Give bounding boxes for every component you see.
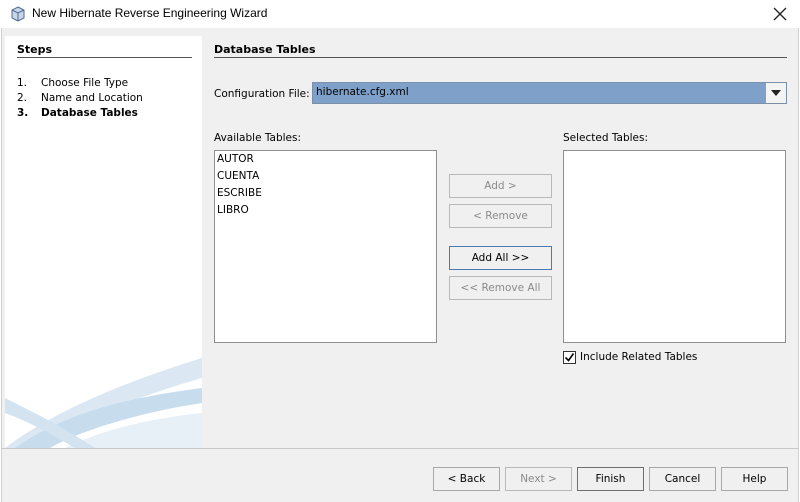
- configuration-file-dropdown[interactable]: hibernate.cfg.xml: [312, 82, 787, 104]
- list-item[interactable]: LIBRO: [215, 202, 436, 219]
- include-related-checkbox[interactable]: [563, 351, 576, 364]
- content-panel: Database Tables Configuration File: hibe…: [202, 36, 798, 448]
- remove-button[interactable]: < Remove: [449, 204, 552, 228]
- available-tables-list[interactable]: AUTOR CUENTA ESCRIBE LIBRO: [214, 150, 437, 343]
- available-tables-label: Available Tables:: [214, 132, 302, 144]
- decorative-swoosh-graphic: [5, 358, 202, 448]
- include-related-label[interactable]: Include Related Tables: [580, 351, 697, 363]
- chevron-down-icon[interactable]: [765, 83, 786, 103]
- list-item[interactable]: AUTOR: [215, 151, 436, 168]
- close-icon[interactable]: [760, 0, 800, 28]
- steps-divider: [17, 57, 192, 58]
- steps-title: Steps: [17, 43, 53, 56]
- selected-tables-label: Selected Tables:: [563, 132, 649, 144]
- step-choose-file-type: 1. Choose File Type: [17, 77, 128, 89]
- checkmark-icon: [564, 353, 575, 362]
- step-number: 1.: [17, 77, 28, 89]
- remove-all-button[interactable]: << Remove All: [449, 276, 552, 300]
- next-button[interactable]: Next >: [505, 467, 572, 491]
- dialog-body: Steps 1. Choose File Type 2. Name and Loca…: [1, 28, 799, 502]
- step-number: 2.: [17, 92, 28, 104]
- configuration-file-value: hibernate.cfg.xml: [316, 86, 409, 98]
- footer-divider: [2, 448, 798, 449]
- step-label: Database Tables: [41, 107, 138, 119]
- add-button[interactable]: Add >: [449, 174, 552, 198]
- add-all-button[interactable]: Add All >>: [449, 246, 552, 270]
- step-label: Name and Location: [41, 92, 143, 104]
- steps-panel: Steps 1. Choose File Type 2. Name and Loca…: [5, 36, 202, 448]
- title-bar: New Hibernate Reverse Engineering Wizard: [0, 0, 800, 28]
- section-title: Database Tables: [214, 43, 316, 56]
- selected-tables-list[interactable]: [563, 150, 786, 343]
- step-database-tables: 3. Database Tables: [17, 107, 138, 119]
- finish-button[interactable]: Finish: [577, 467, 644, 491]
- netbeans-cube-icon: [10, 6, 26, 22]
- help-button[interactable]: Help: [721, 467, 788, 491]
- step-number: 3.: [17, 107, 29, 119]
- step-label: Choose File Type: [41, 77, 129, 89]
- list-item[interactable]: ESCRIBE: [215, 185, 436, 202]
- configuration-file-label: Configuration File:: [214, 88, 310, 100]
- list-item[interactable]: CUENTA: [215, 168, 436, 185]
- cancel-button[interactable]: Cancel: [649, 467, 716, 491]
- window-title: New Hibernate Reverse Engineering Wizard: [32, 6, 268, 20]
- back-button[interactable]: < Back: [433, 467, 500, 491]
- step-name-and-location: 2. Name and Location: [17, 92, 143, 104]
- section-divider: [214, 57, 787, 58]
